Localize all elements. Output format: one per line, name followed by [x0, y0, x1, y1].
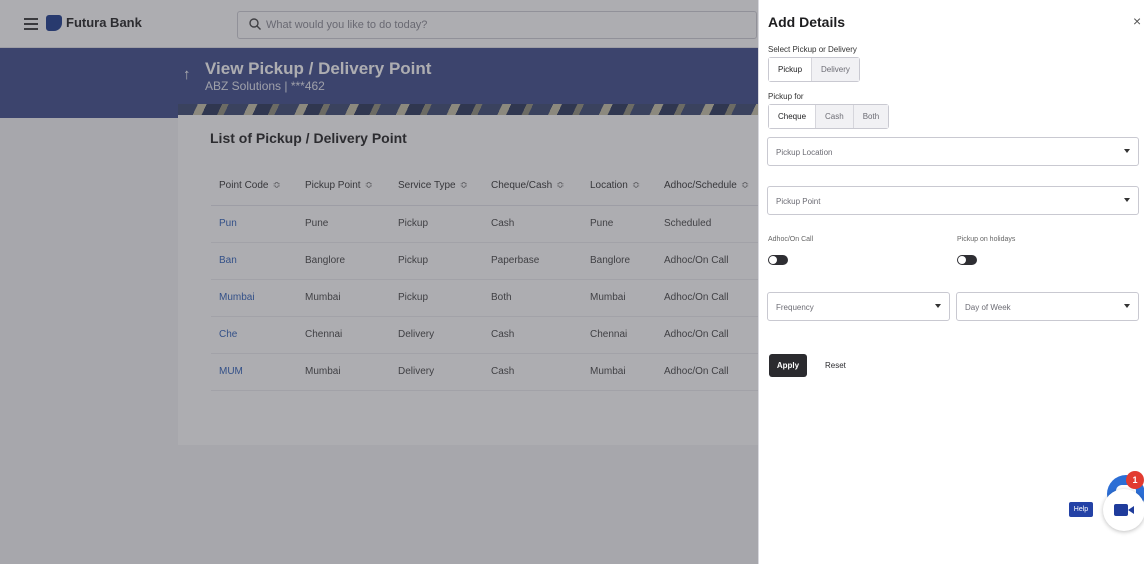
pickup-for-option-cheque[interactable]: Cheque: [769, 105, 816, 128]
video-call-lens: [1128, 506, 1134, 514]
adhoc-toggle[interactable]: [768, 255, 788, 265]
close-icon[interactable]: ×: [1133, 13, 1141, 29]
modal-overlay[interactable]: [0, 0, 758, 564]
mode-option-delivery[interactable]: Delivery: [811, 58, 859, 81]
frequency-select[interactable]: Frequency: [767, 292, 950, 321]
pickup-for-label: Pickup for: [768, 92, 804, 101]
day-of-week-placeholder: Day of Week: [965, 303, 1011, 312]
apply-button[interactable]: Apply: [769, 354, 807, 377]
mode-option-pickup[interactable]: Pickup: [769, 58, 812, 81]
pickup-location-placeholder: Pickup Location: [776, 148, 833, 157]
day-of-week-select[interactable]: Day of Week: [956, 292, 1139, 321]
panel-title: Add Details: [768, 14, 846, 30]
help-button[interactable]: Help: [1069, 502, 1093, 517]
pickup-point-select[interactable]: Pickup Point: [767, 186, 1139, 215]
caret-down-icon: [1124, 198, 1130, 202]
pickup-for-toggle-group: Cheque Cash Both: [768, 104, 890, 129]
pickup-point-placeholder: Pickup Point: [776, 197, 821, 206]
pickup-location-select[interactable]: Pickup Location: [767, 137, 1139, 166]
adhoc-label: Adhoc/On Call: [768, 236, 814, 243]
pickup-for-option-both[interactable]: Both: [852, 105, 889, 128]
frequency-placeholder: Frequency: [776, 303, 814, 312]
caret-down-icon: [1124, 149, 1130, 153]
caret-down-icon: [935, 304, 941, 308]
mode-toggle-group: Pickup Delivery: [768, 57, 860, 82]
holidays-toggle[interactable]: [957, 255, 977, 265]
reset-button[interactable]: Reset: [825, 361, 846, 370]
chat-notification-badge: 1: [1126, 471, 1144, 489]
select-mode-label: Select Pickup or Delivery: [768, 45, 857, 54]
video-call-icon: [1114, 504, 1128, 516]
holidays-label: Pickup on holidays: [957, 236, 1016, 243]
caret-down-icon: [1124, 304, 1130, 308]
add-details-panel: Add Details × Select Pickup or Delivery …: [758, 0, 1144, 564]
video-call-button[interactable]: [1103, 489, 1144, 531]
pickup-for-option-cash[interactable]: Cash: [815, 105, 853, 128]
